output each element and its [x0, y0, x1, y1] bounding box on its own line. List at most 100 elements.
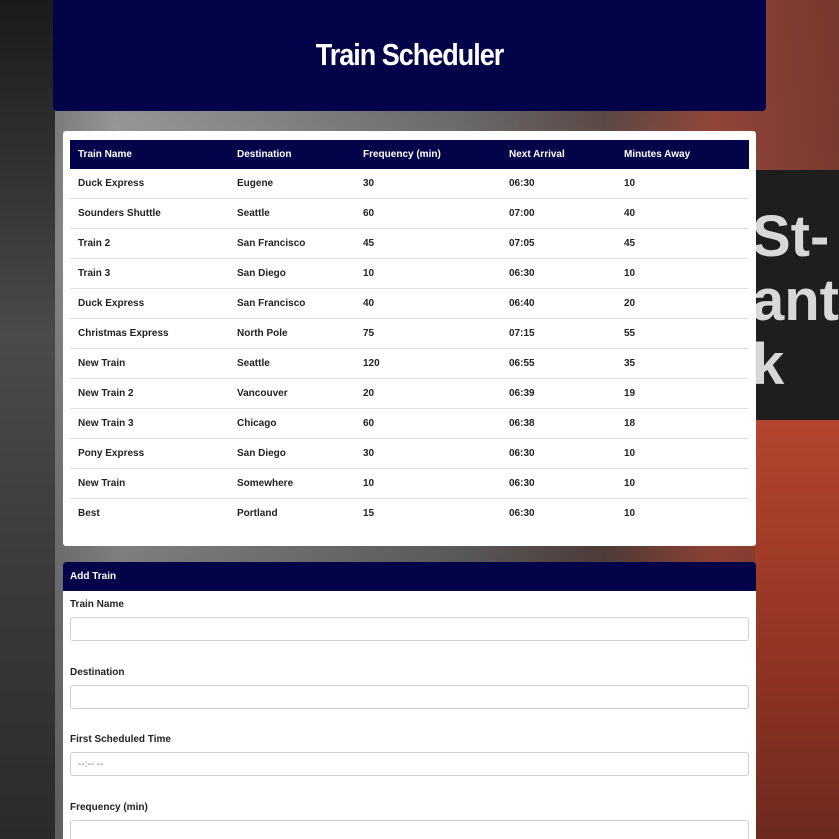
cell-next-arrival: 06:38 — [501, 408, 616, 439]
cell-train-name: Pony Express — [70, 438, 229, 469]
cell-destination: Somewhere — [229, 468, 355, 499]
cell-frequency: 60 — [355, 408, 501, 439]
cell-next-arrival: 06:39 — [501, 378, 616, 409]
cell-next-arrival: 06:40 — [501, 288, 616, 319]
background-train-blur — [0, 0, 55, 839]
cell-next-arrival: 06:30 — [501, 169, 616, 199]
background-red-wall — [755, 420, 839, 839]
schedule-panel: Train Name Destination Frequency (min) N… — [63, 131, 756, 546]
cell-minutes-away: 40 — [616, 198, 749, 229]
cell-frequency: 10 — [355, 258, 501, 289]
table-row: Christmas Express North Pole 75 07:15 55 — [70, 318, 749, 349]
cell-frequency: 40 — [355, 288, 501, 319]
cell-minutes-away: 10 — [616, 169, 749, 199]
schedule-table: Train Name Destination Frequency (min) N… — [70, 140, 749, 528]
column-header-minutes-away: Minutes Away — [624, 149, 691, 160]
cell-destination: San Diego — [229, 438, 355, 469]
cell-next-arrival: 06:30 — [509, 508, 535, 519]
cell-destination: Portland — [237, 508, 278, 519]
cell-train-name: New Train — [70, 468, 229, 499]
cell-train-name: Best — [78, 508, 100, 519]
cell-train-name: Duck Express — [70, 169, 229, 199]
cell-frequency: 20 — [355, 378, 501, 409]
cell-train-name: Sounders Shuttle — [70, 198, 229, 229]
cell-train-name: New Train 3 — [70, 408, 229, 439]
cell-minutes-away: 45 — [616, 228, 749, 259]
cell-next-arrival: 06:55 — [501, 348, 616, 379]
cell-minutes-away: 18 — [616, 408, 749, 439]
cell-minutes-away: 10 — [616, 438, 749, 469]
table-row: Best Portland 15 06:30 10 — [70, 499, 749, 529]
column-header-next-arrival: Next Arrival — [509, 149, 565, 160]
cell-train-name: Train 3 — [70, 258, 229, 289]
cell-frequency: 30 — [355, 169, 501, 199]
schedule-body: Duck Express Eugene 30 06:30 10 Sounders Shut… — [70, 169, 749, 528]
cell-minutes-away: 35 — [616, 348, 749, 379]
cell-next-arrival: 07:05 — [501, 228, 616, 259]
cell-frequency: 15 — [363, 508, 375, 519]
table-row: Pony Express San Diego 30 06:30 10 — [70, 438, 749, 469]
cell-train-name: New Train — [70, 348, 229, 379]
destination-field-group: Destination — [70, 667, 749, 709]
frequency-field-group: Frequency (min) — [70, 802, 749, 839]
train-name-label: Train Name — [70, 599, 124, 610]
cell-minutes-away: 10 — [616, 468, 749, 499]
cell-destination: San Francisco — [229, 228, 355, 259]
frequency-input[interactable] — [70, 820, 749, 839]
column-header-destination: Destination — [237, 149, 292, 160]
page-header: Train Scheduler — [53, 0, 766, 111]
cell-frequency: 10 — [355, 468, 501, 499]
cell-next-arrival: 07:00 — [501, 198, 616, 229]
cell-train-name: Duck Express — [70, 288, 229, 319]
cell-destination: Vancouver — [229, 378, 355, 409]
cell-destination: Chicago — [229, 408, 355, 439]
destination-input[interactable] — [70, 685, 749, 709]
cell-frequency: 120 — [355, 348, 501, 379]
background-sign-text: St- ant k — [752, 204, 839, 397]
cell-destination: Seattle — [229, 198, 355, 229]
cell-destination: North Pole — [229, 318, 355, 349]
train-name-input[interactable] — [70, 617, 749, 641]
cell-train-name: Christmas Express — [70, 318, 229, 349]
cell-destination: Seattle — [229, 348, 355, 379]
cell-minutes-away: 55 — [616, 318, 749, 349]
train-name-field-group: Train Name — [70, 599, 749, 641]
table-row: New Train Seattle 120 06:55 35 — [70, 348, 749, 379]
first-time-field-group: First Scheduled Time — [70, 734, 749, 776]
cell-next-arrival: 07:15 — [501, 318, 616, 349]
table-row: Train 3 San Diego 10 06:30 10 — [70, 258, 749, 289]
first-time-label: First Scheduled Time — [70, 734, 171, 745]
table-row: New Train 3 Chicago 60 06:38 18 — [70, 408, 749, 439]
add-train-title: Add Train — [63, 562, 756, 591]
cell-train-name: New Train 2 — [70, 378, 229, 409]
table-row: Sounders Shuttle Seattle 60 07:00 40 — [70, 198, 749, 229]
add-train-panel: Add Train Train Name Destination First S… — [63, 562, 756, 839]
table-row: New Train 2 Vancouver 20 06:39 19 — [70, 378, 749, 409]
cell-frequency: 75 — [355, 318, 501, 349]
cell-destination: Eugene — [229, 169, 355, 199]
cell-minutes-away: 19 — [616, 378, 749, 409]
cell-minutes-away: 20 — [616, 288, 749, 319]
cell-next-arrival: 06:30 — [501, 438, 616, 469]
cell-frequency: 60 — [355, 198, 501, 229]
table-row: Duck Express Eugene 30 06:30 10 — [70, 169, 749, 199]
cell-minutes-away: 10 — [616, 258, 749, 289]
schedule-header-row: Train Name Destination Frequency (min) N… — [70, 140, 749, 169]
cell-next-arrival: 06:30 — [501, 258, 616, 289]
first-time-input[interactable] — [70, 752, 749, 776]
frequency-label: Frequency (min) — [70, 802, 148, 813]
cell-minutes-away: 10 — [624, 508, 636, 519]
cell-train-name: Train 2 — [70, 228, 229, 259]
cell-destination: San Diego — [229, 258, 355, 289]
cell-frequency: 30 — [355, 438, 501, 469]
destination-label: Destination — [70, 667, 125, 678]
cell-frequency: 45 — [355, 228, 501, 259]
column-header-train-name: Train Name — [78, 149, 132, 160]
cell-destination: San Francisco — [229, 288, 355, 319]
column-header-frequency: Frequency (min) — [363, 149, 441, 160]
table-row: New Train Somewhere 10 06:30 10 — [70, 468, 749, 499]
page-title: Train Scheduler — [315, 38, 505, 72]
cell-next-arrival: 06:30 — [501, 468, 616, 499]
table-row: Duck Express San Francisco 40 06:40 20 — [70, 288, 749, 319]
table-row: Train 2 San Francisco 45 07:05 45 — [70, 228, 749, 259]
